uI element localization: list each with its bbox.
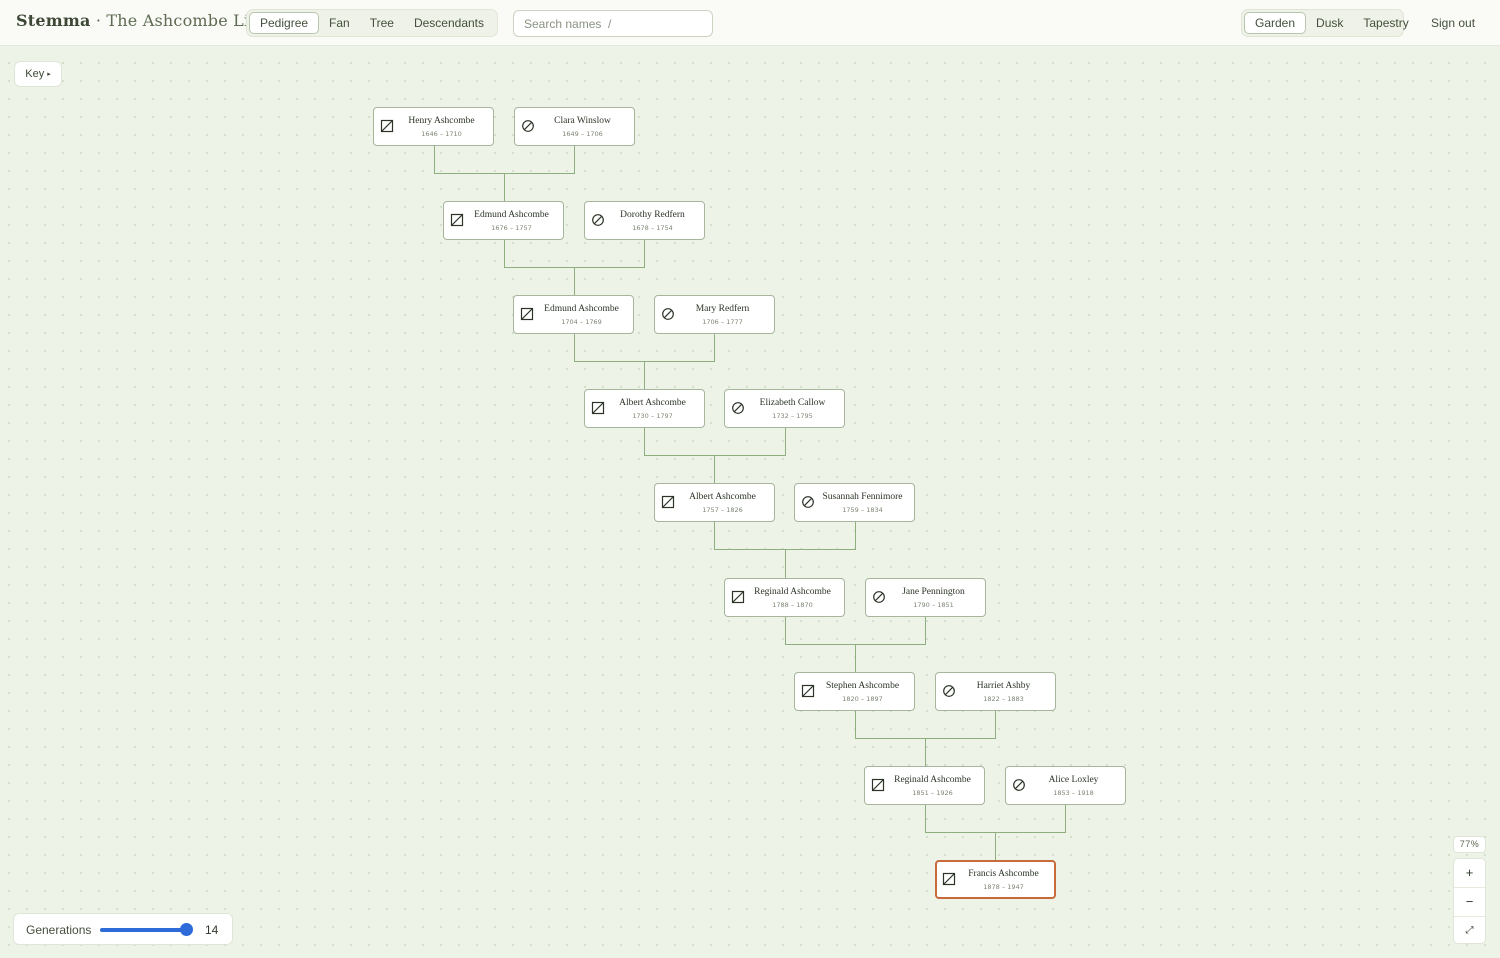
person-name: Francis Ashcombe	[968, 869, 1039, 879]
person-life-years: 1706 – 1777	[702, 318, 743, 326]
person-card[interactable]: Edmund Ashcombe 1704 – 1769	[513, 295, 634, 334]
person-card[interactable]: Jane Pennington 1790 – 1851	[865, 578, 986, 617]
zoom-in-button[interactable]: +	[1454, 859, 1485, 888]
brand-separator: ·	[90, 11, 107, 30]
key-label: Key	[25, 68, 45, 80]
person-card[interactable]: Reginald Ashcombe 1851 – 1926	[864, 766, 985, 805]
person-life-years: 1878 – 1947	[983, 883, 1024, 891]
sign-out-link[interactable]: Sign out	[1431, 16, 1475, 30]
theme-tapestry[interactable]: Tapestry	[1353, 12, 1418, 34]
couple-connector	[855, 711, 996, 766]
couple-connector	[574, 334, 715, 389]
person-name: Dorothy Redfern	[620, 210, 685, 220]
person-life-years: 1853 – 1918	[1053, 789, 1094, 797]
theme-switcher: Garden Dusk Tapestry	[1241, 9, 1409, 37]
person-life-years: 1704 – 1769	[561, 318, 602, 326]
zoom-level: 77%	[1453, 836, 1486, 853]
person-life-years: 1788 – 1870	[772, 601, 813, 609]
generations-slider[interactable]	[100, 928, 192, 932]
person-life-years: 1759 – 1834	[842, 506, 883, 514]
theme-dusk[interactable]: Dusk	[1306, 12, 1353, 34]
tab-pedigree[interactable]: Pedigree	[249, 12, 320, 34]
couple-connector	[925, 805, 1066, 860]
person-name: Reginald Ashcombe	[754, 587, 831, 597]
couple-connector	[644, 428, 786, 483]
person-name: Elizabeth Callow	[759, 398, 826, 408]
person-life-years: 1676 – 1757	[491, 224, 532, 232]
person-name: Albert Ashcombe	[689, 492, 756, 502]
person-life-years: 1649 – 1706	[562, 130, 603, 138]
person-name: Alice Loxley	[1048, 775, 1099, 785]
person-name: Jane Pennington	[902, 587, 965, 597]
person-name: Henry Ashcombe	[408, 116, 475, 126]
person-life-years: 1732 – 1795	[772, 412, 813, 420]
couple-connector	[785, 617, 926, 672]
person-life-years: 1822 – 1883	[983, 695, 1024, 703]
tab-descendants[interactable]: Descendants	[404, 12, 494, 34]
caret-right-icon: ▸	[47, 71, 51, 78]
zoom-controls: + − ⤢	[1453, 858, 1486, 944]
search-input[interactable]	[513, 10, 713, 37]
theme-garden[interactable]: Garden	[1244, 12, 1307, 34]
person-life-years: 1790 – 1851	[913, 601, 954, 609]
person-life-years: 1820 – 1897	[842, 695, 883, 703]
generations-label: Generations	[26, 923, 92, 937]
person-card[interactable]: Reginald Ashcombe 1788 – 1870	[724, 578, 845, 617]
person-card[interactable]: Albert Ashcombe 1757 – 1826	[654, 483, 775, 522]
person-card[interactable]: Stephen Ashcombe 1820 – 1897	[794, 672, 915, 711]
person-card[interactable]: Albert Ashcombe 1730 – 1797	[584, 389, 705, 428]
top-bar: Stemma · The Ashcombe Line Pedigree Fan …	[0, 0, 1500, 46]
person-name: Clara Winslow	[554, 116, 611, 126]
generations-value: 14	[205, 923, 219, 937]
person-life-years: 1851 – 1926	[912, 789, 953, 797]
tab-tree[interactable]: Tree	[360, 12, 404, 34]
person-card[interactable]: Susannah Fennimore 1759 – 1834	[794, 483, 915, 522]
person-card[interactable]: Edmund Ashcombe 1676 – 1757	[443, 201, 564, 240]
person-name: Mary Redfern	[695, 304, 750, 314]
generations-slider-handle[interactable]	[180, 923, 193, 936]
tab-fan[interactable]: Fan	[319, 12, 360, 34]
view-switcher: Pedigree Fan Tree Descendants	[246, 9, 498, 37]
key-button[interactable]: Key ▸	[14, 61, 62, 87]
person-name: Stephen Ashcombe	[825, 681, 900, 691]
person-card[interactable]: Mary Redfern 1706 – 1777	[654, 295, 775, 334]
person-card[interactable]: Henry Ashcombe 1646 – 1710	[373, 107, 494, 146]
male-square-icon	[942, 872, 956, 886]
app-title: Stemma · The Ashcombe Line	[16, 11, 270, 30]
person-name: Edmund Ashcombe	[544, 304, 619, 314]
zoom-out-button[interactable]: −	[1454, 888, 1485, 917]
couple-connector	[714, 522, 856, 578]
person-card[interactable]: Alice Loxley 1853 – 1918	[1005, 766, 1126, 805]
couple-connector	[504, 240, 645, 295]
person-card[interactable]: Harriet Ashby 1822 – 1883	[935, 672, 1056, 711]
fit-view-icon[interactable]: ⤢	[1454, 917, 1485, 945]
person-life-years: 1757 – 1826	[702, 506, 743, 514]
generations-control: Generations 14	[13, 913, 233, 945]
pedigree-connectors	[434, 146, 1066, 860]
person-name: Edmund Ashcombe	[474, 210, 549, 220]
person-name: Reginald Ashcombe	[894, 775, 971, 785]
person-name: Albert Ashcombe	[619, 398, 686, 408]
person-card[interactable]: Dorothy Redfern 1678 – 1754	[584, 201, 705, 240]
couple-connector	[434, 146, 575, 201]
person-card[interactable]: Elizabeth Callow 1732 – 1795	[724, 389, 845, 428]
person-life-years: 1646 – 1710	[421, 130, 462, 138]
person-name: Susannah Fennimore	[822, 492, 903, 502]
person-life-years: 1730 – 1797	[632, 412, 673, 420]
person-life-years: 1678 – 1754	[632, 224, 673, 232]
person-name: Harriet Ashby	[976, 681, 1031, 691]
person-card-focused[interactable]: Francis Ashcombe 1878 – 1947	[935, 860, 1056, 899]
brand-name: Stemma	[16, 11, 91, 30]
person-card[interactable]: Clara Winslow 1649 – 1706	[514, 107, 635, 146]
